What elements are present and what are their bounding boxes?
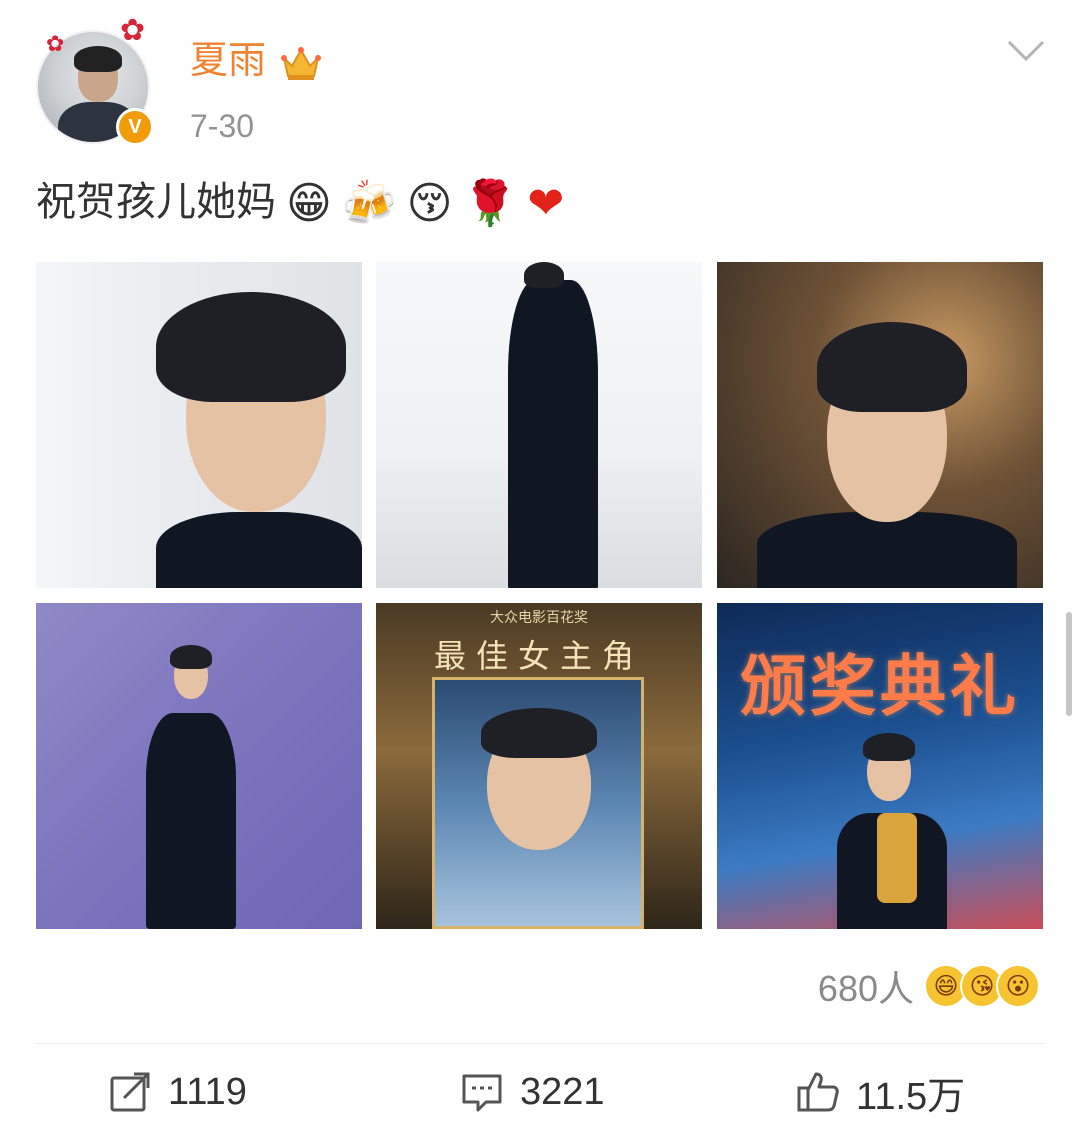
post-image-6[interactable]: 颁奖典礼 bbox=[717, 603, 1043, 929]
rose-emoji-icon: 🌹 bbox=[462, 178, 518, 229]
post-image-1[interactable] bbox=[36, 262, 362, 588]
reaction-summary[interactable]: 680人 😄 😘 😮 bbox=[818, 960, 1040, 1012]
avatar[interactable]: ✿ ✿ V bbox=[36, 16, 154, 148]
verified-badge-icon: V bbox=[116, 108, 154, 146]
post-image-5[interactable]: 大众电影百花奖 最佳女主角 bbox=[376, 603, 702, 929]
comment-count: 3221 bbox=[520, 1070, 605, 1113]
heart-emoji-icon: ❤ bbox=[527, 178, 565, 229]
blush-kiss-emoji-icon: 😚 bbox=[406, 178, 453, 229]
like-count: 11.5万 bbox=[856, 1075, 966, 1118]
post-image-2[interactable] bbox=[376, 262, 702, 588]
image-grid: 大众电影百花奖 最佳女主角 颁奖典礼 bbox=[36, 262, 1043, 929]
comment-button[interactable]: 3221 bbox=[460, 1062, 605, 1122]
share-count: 1119 bbox=[168, 1070, 247, 1113]
thumbs-up-icon bbox=[797, 1072, 839, 1112]
post-timestamp: 7-30 bbox=[190, 108, 255, 144]
comment-icon bbox=[462, 1074, 502, 1112]
trophy-icon bbox=[877, 813, 917, 903]
poster-frame bbox=[432, 677, 644, 929]
ceremony-banner-text: 颁奖典礼 bbox=[740, 648, 1020, 725]
chevron-down-icon[interactable] bbox=[1006, 38, 1046, 64]
reaction-count: 680人 bbox=[817, 968, 914, 1009]
share-button[interactable]: 1119 bbox=[108, 1062, 247, 1122]
scrollbar-thumb[interactable] bbox=[1066, 612, 1072, 716]
surprise-reaction-icon: 😮 bbox=[996, 964, 1040, 1008]
flower-decoration-icon: ✿ bbox=[46, 32, 65, 57]
poster-title: 最佳女主角 bbox=[433, 637, 644, 675]
poster-award-name: 大众电影百花奖 bbox=[490, 610, 588, 626]
flower-decoration-icon: ✿ bbox=[120, 13, 146, 48]
grin-emoji-icon: 😁 bbox=[286, 178, 332, 229]
post-image-3[interactable] bbox=[717, 262, 1043, 588]
divider bbox=[36, 1043, 1044, 1044]
weibo-post-card: ✿ ✿ V 夏雨 7-30 祝贺孩儿她妈 😁 🍻 😚 🌹 ❤ 大众电影百花奖 最… bbox=[0, 0, 1080, 1148]
crown-icon bbox=[281, 47, 321, 80]
post-text: 祝贺孩儿她妈 bbox=[36, 179, 276, 225]
beers-emoji-icon: 🍻 bbox=[341, 178, 397, 229]
username[interactable]: 夏雨 bbox=[190, 39, 266, 82]
share-icon bbox=[110, 1072, 150, 1112]
like-button[interactable]: 11.5万 bbox=[796, 1062, 965, 1122]
post-content: 祝贺孩儿她妈 😁 🍻 😚 🌹 ❤ bbox=[36, 174, 564, 232]
post-image-4[interactable] bbox=[36, 603, 362, 929]
